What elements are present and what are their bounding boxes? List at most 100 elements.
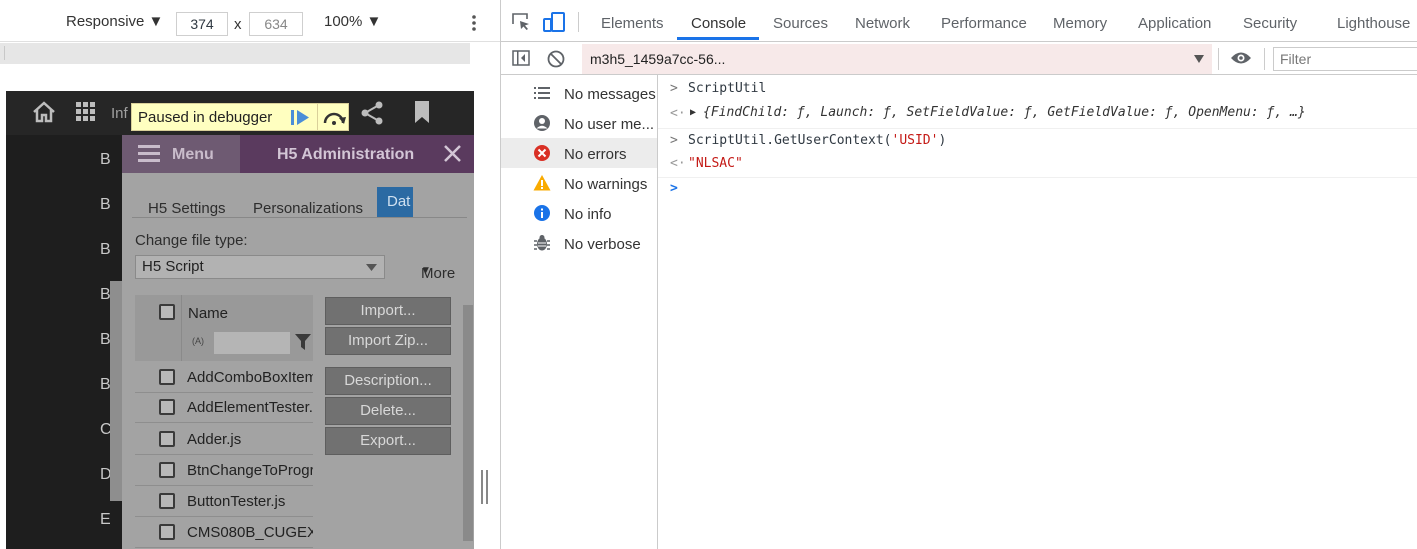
tab-application[interactable]: Application <box>1138 15 1211 32</box>
paused-in-debugger-banner: Paused in debugger <box>131 103 349 131</box>
javascript-context-select[interactable]: m3h5_1459a7cc-56... <box>582 44 1212 74</box>
call-close: ) <box>938 133 947 148</box>
info-icon <box>534 205 550 221</box>
filter-input[interactable]: Filter <box>1273 47 1417 71</box>
sidebar-letter[interactable]: B <box>100 241 111 259</box>
tab-elements[interactable]: Elements <box>601 15 664 32</box>
home-icon[interactable] <box>32 101 56 123</box>
file-name: Adder.js <box>187 431 242 448</box>
share-icon[interactable] <box>360 101 384 125</box>
sidebar-item-messages[interactable]: No messages <box>501 78 657 108</box>
import-button[interactable]: Import... <box>325 297 451 325</box>
sidebar-item-info[interactable]: No info <box>501 198 657 228</box>
dialog-scrollbar[interactable] <box>463 305 473 541</box>
ruler-notch <box>4 46 5 60</box>
sidebar-letter[interactable]: B <box>100 151 111 169</box>
file-name: CMS080B_CUGEX <box>187 524 313 541</box>
console-input-text: ScriptUtil.GetUserContext('USID') <box>688 133 946 148</box>
device-toolbar-toggle-icon[interactable] <box>543 12 565 32</box>
device-height-input[interactable]: 634 <box>249 12 303 36</box>
tab-security[interactable]: Security <box>1243 15 1297 32</box>
sidebar-letter[interactable]: E <box>100 511 111 529</box>
console-toolbar: m3h5_1459a7cc-56... Filter <box>501 43 1417 75</box>
step-over-icon[interactable] <box>322 109 346 125</box>
zoom-select[interactable]: 100% ▼ <box>324 13 381 30</box>
input-chevron-icon: > <box>670 133 678 148</box>
row-checkbox[interactable] <box>159 462 175 478</box>
file-row[interactable]: CMS080B_CUGEX <box>135 518 313 548</box>
row-checkbox[interactable] <box>159 431 175 447</box>
select-all-checkbox[interactable] <box>159 304 175 320</box>
resize-handle[interactable] <box>481 470 489 504</box>
row-checkbox[interactable] <box>159 369 175 385</box>
prompt-chevron-icon: > <box>670 181 678 196</box>
object-preview[interactable]: {FindChild: ƒ, Launch: ƒ, SetFieldValue:… <box>703 105 1306 120</box>
filter-placeholder: Filter <box>1280 51 1312 67</box>
import-zip-button[interactable]: Import Zip... <box>325 327 451 355</box>
sidebar-item-warnings[interactable]: No warnings <box>501 168 657 198</box>
tab-lighthouse[interactable]: Lighthouse <box>1337 15 1410 32</box>
bug-icon <box>534 235 550 251</box>
sidebar-toggle-icon[interactable] <box>512 50 530 66</box>
tab-console[interactable]: Console <box>691 15 746 32</box>
column-name-header[interactable]: Name <box>188 305 228 322</box>
media-query-ruler[interactable] <box>0 43 470 64</box>
handle-line <box>486 470 488 504</box>
tab-memory[interactable]: Memory <box>1053 15 1107 32</box>
screen: Responsive ▼ 374 x 634 100% ▼ Inf B B B … <box>0 0 1417 549</box>
dialog-menu-tab[interactable]: Menu <box>122 135 240 173</box>
name-filter-input[interactable] <box>214 332 290 354</box>
delete-button[interactable]: Delete... <box>325 397 451 425</box>
file-type-select[interactable]: H5 Script <box>135 255 385 279</box>
file-row[interactable]: AddComboBoxItem <box>135 363 313 393</box>
device-width-input[interactable]: 374 <box>176 12 228 36</box>
file-row[interactable]: Adder.js <box>135 425 313 455</box>
console-input-text: ScriptUtil <box>688 81 767 96</box>
file-row[interactable]: AddElementTester. <box>135 393 313 423</box>
bookmark-icon[interactable] <box>414 100 430 124</box>
device-select[interactable]: Responsive ▼ <box>66 13 163 30</box>
column-divider <box>181 295 182 361</box>
tab-performance[interactable]: Performance <box>941 15 1027 32</box>
tab-personalizations[interactable]: Personalizations <box>253 200 363 217</box>
console-input-line: > ScriptUtil.GetUserContext('USID') <box>658 133 1417 155</box>
chevron-down-icon <box>366 264 377 271</box>
sidebar-letter[interactable]: B <box>100 196 111 214</box>
file-row[interactable]: ButtonTester.js <box>135 487 313 517</box>
file-name: BtnChangeToProgr <box>187 462 313 479</box>
grid-header: Name (A) <box>135 295 313 361</box>
toolbar-divider <box>1218 48 1219 70</box>
tab-sources[interactable]: Sources <box>773 15 828 32</box>
sidebar-scrollbar[interactable] <box>110 281 122 501</box>
sidebar-item-verbose[interactable]: No verbose <box>501 228 657 258</box>
error-icon <box>534 145 550 161</box>
inspect-element-icon[interactable] <box>512 13 530 31</box>
device-emulation-pane: Responsive ▼ 374 x 634 100% ▼ Inf B B B … <box>0 0 500 549</box>
close-icon[interactable] <box>444 145 461 162</box>
sidebar-item-errors[interactable]: No errors <box>501 138 657 168</box>
tab-h5-settings[interactable]: H5 Settings <box>148 200 226 217</box>
live-expression-eye-icon[interactable] <box>1230 51 1252 65</box>
file-row[interactable]: BtnChangeToProgr <box>135 456 313 486</box>
resume-icon[interactable] <box>291 110 309 125</box>
row-checkbox[interactable] <box>159 399 175 415</box>
expand-triangle-icon[interactable]: ▶ <box>690 107 696 118</box>
dialog-menu-label: Menu <box>172 146 214 163</box>
input-chevron-icon: > <box>670 81 678 96</box>
topbar-partial-text: Inf <box>111 105 128 122</box>
row-checkbox[interactable] <box>159 493 175 509</box>
apps-grid-icon[interactable] <box>76 102 96 122</box>
description-button[interactable]: Description... <box>325 367 451 395</box>
sidebar-item-user-messages[interactable]: No user me... <box>501 108 657 138</box>
console-output[interactable]: > ScriptUtil <· ▶ {FindChild: ƒ, Launch:… <box>658 75 1417 549</box>
tab-network[interactable]: Network <box>855 15 910 32</box>
row-checkbox[interactable] <box>159 524 175 540</box>
tab-data[interactable]: Dat <box>377 187 413 217</box>
more-options-icon[interactable] <box>471 14 477 32</box>
filter-icon[interactable] <box>295 334 311 350</box>
handle-line <box>481 470 483 504</box>
export-button[interactable]: Export... <box>325 427 451 455</box>
context-label: m3h5_1459a7cc-56... <box>590 51 726 67</box>
console-prompt[interactable]: > <box>658 181 1417 203</box>
clear-console-icon[interactable] <box>547 50 565 68</box>
